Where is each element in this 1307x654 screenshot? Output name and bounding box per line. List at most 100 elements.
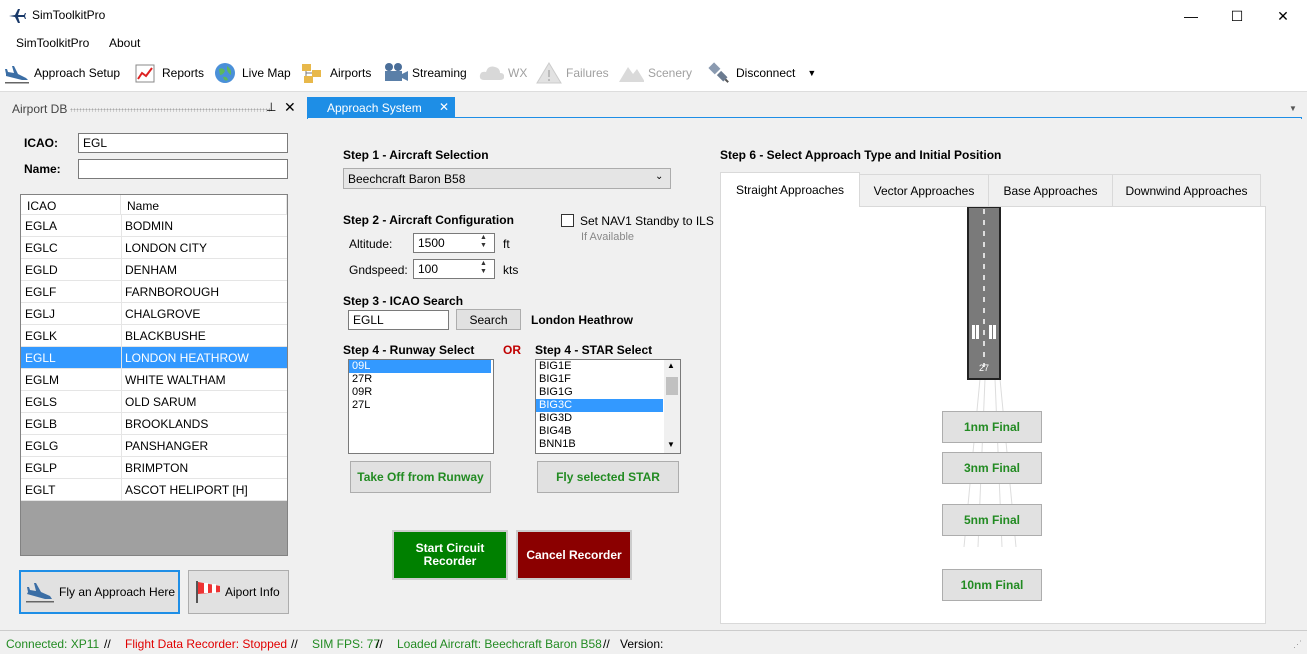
status-fps: SIM FPS: 77 — [312, 637, 381, 651]
star-item[interactable]: BIG1G — [536, 386, 663, 399]
spin-arrows-icon[interactable]: ▲ ▼ — [480, 234, 487, 250]
tab-vector-approaches[interactable]: Vector Approaches — [859, 174, 989, 207]
cloud-icon — [478, 60, 504, 86]
table-row[interactable]: EGLK BLACKBUSHE — [21, 325, 287, 347]
tab-base-approaches[interactable]: Base Approaches — [988, 174, 1113, 207]
tab-approach-system-label: Approach System — [327, 101, 422, 115]
disconnect-button[interactable]: Disconnect ▼ — [706, 60, 816, 86]
star-item[interactable]: BIG1F — [536, 373, 663, 386]
table-row[interactable]: EGLC LONDON CITY — [21, 237, 287, 259]
live-map-button[interactable]: Live Map — [212, 60, 291, 86]
altitude-value: 1500 — [418, 236, 445, 250]
take-off-button[interactable]: Take Off from Runway — [350, 461, 491, 493]
menu-simtoolkitpro[interactable]: SimToolkitPro — [16, 36, 89, 50]
step4-star-label: Step 4 - STAR Select — [535, 343, 653, 357]
table-row[interactable]: EGLA BODMIN — [21, 215, 287, 237]
table-row[interactable]: EGLM WHITE WALTHAM — [21, 369, 287, 391]
cell-name: BRIMPTON — [125, 461, 189, 475]
table-row[interactable]: EGLP BRIMPTON — [21, 457, 287, 479]
approach-setup-button[interactable]: Approach Setup — [4, 60, 120, 86]
start-circuit-recorder-button[interactable]: Start Circuit Recorder — [392, 530, 508, 580]
scroll-down-icon[interactable]: ▼ — [667, 440, 675, 449]
live-map-label: Live Map — [242, 66, 291, 80]
fly-approach-here-button[interactable]: Fly an Approach Here — [19, 570, 180, 614]
search-button[interactable]: Search — [456, 309, 521, 330]
star-item[interactable]: BIG3D — [536, 412, 663, 425]
star-item[interactable]: BIG1E — [536, 360, 663, 373]
table-row[interactable]: EGLL LONDON HEATHROW — [21, 347, 287, 369]
airports-button[interactable]: Airports — [300, 60, 371, 86]
close-panel-button[interactable]: ✕ — [284, 99, 296, 116]
final-5nm-button[interactable]: 5nm Final — [942, 504, 1042, 536]
minimize-button[interactable]: — — [1168, 0, 1214, 32]
icao-filter-input[interactable]: EGL — [78, 133, 288, 153]
windsock-icon — [193, 578, 223, 607]
star-list[interactable]: BIG1E BIG1F BIG1G BIG3C BIG3D BIG4B BNN1B ▲ ▼ — [535, 359, 681, 454]
icao-search-input[interactable]: EGLL — [348, 310, 449, 330]
close-window-button[interactable]: ✕ — [1260, 0, 1306, 32]
cell-name: BLACKBUSHE — [125, 329, 206, 343]
window-title: SimToolkitPro — [32, 8, 106, 22]
scroll-thumb[interactable] — [666, 377, 678, 395]
runway-item[interactable]: 27R — [349, 373, 491, 386]
tab-straight-approaches[interactable]: Straight Approaches — [720, 172, 860, 207]
aircraft-select[interactable]: Beechcraft Baron B58 ⌄ — [343, 168, 671, 189]
airport-name-label: London Heathrow — [531, 313, 633, 327]
runway-item[interactable]: 09R — [349, 386, 491, 399]
or-label: OR — [503, 343, 521, 357]
failures-button[interactable]: Failures — [536, 60, 609, 86]
cell-name: WHITE WALTHAM — [125, 373, 226, 387]
star-item[interactable]: BIG4B — [536, 425, 663, 438]
runway-list[interactable]: 09L 27R 09R 27L — [348, 359, 494, 454]
column-header-name[interactable]: Name — [121, 195, 287, 215]
nav1-label[interactable]: Set NAV1 Standby to ILS — [580, 214, 714, 228]
warning-icon — [536, 60, 562, 86]
star-item[interactable]: BNN1B — [536, 438, 663, 451]
cancel-recorder-button[interactable]: Cancel Recorder — [516, 530, 632, 580]
disconnect-label: Disconnect — [736, 66, 796, 80]
star-item[interactable]: BIG3C — [536, 399, 663, 412]
close-tab-icon[interactable]: ✕ — [439, 100, 449, 114]
pin-icon[interactable]: ⊥ — [266, 100, 276, 114]
streaming-button[interactable]: Streaming — [382, 60, 467, 86]
scenery-button[interactable]: Scenery — [618, 60, 692, 86]
fly-star-button[interactable]: Fly selected STAR — [537, 461, 679, 493]
tab-approach-system[interactable]: Approach System ✕ — [307, 97, 455, 118]
maximize-button[interactable]: ☐ — [1214, 0, 1260, 32]
table-row[interactable]: EGLG PANSHANGER — [21, 435, 287, 457]
table-row[interactable]: EGLJ CHALGROVE — [21, 303, 287, 325]
menu-about[interactable]: About — [109, 36, 140, 50]
column-divider — [121, 435, 122, 456]
scroll-up-icon[interactable]: ▲ — [667, 361, 675, 370]
name-filter-input[interactable] — [78, 159, 288, 179]
column-header-icao[interactable]: ICAO — [21, 195, 121, 215]
step4-runway-label: Step 4 - Runway Select — [343, 343, 475, 357]
resize-grip-icon[interactable]: ⋰ — [1293, 639, 1302, 650]
wx-button[interactable]: WX — [478, 60, 527, 86]
airport-info-button[interactable]: Aiport Info — [188, 570, 289, 614]
table-row[interactable]: EGLF FARNBOROUGH — [21, 281, 287, 303]
tab-downwind-approaches[interactable]: Downwind Approaches — [1112, 174, 1261, 207]
nav1-checkbox[interactable] — [561, 214, 574, 227]
status-separator: // — [291, 637, 298, 651]
table-row[interactable]: EGLT ASCOT HELIPORT [H] — [21, 479, 287, 501]
status-aircraft: Loaded Aircraft: Beechcraft Baron B58 — [397, 637, 602, 651]
table-row[interactable]: EGLB BROOKLANDS — [21, 413, 287, 435]
spin-arrows-icon[interactable]: ▲ ▼ — [480, 260, 487, 276]
cell-icao: EGLS — [25, 395, 58, 409]
tab-list-dropdown-icon[interactable]: ▼ — [1289, 104, 1297, 113]
cell-icao: EGLG — [25, 439, 59, 453]
reports-button[interactable]: Reports — [132, 60, 204, 86]
runway-item[interactable]: 27L — [349, 399, 491, 412]
dropdown-arrow-icon[interactable]: ▼ — [807, 68, 816, 78]
final-10nm-button[interactable]: 10nm Final — [942, 569, 1042, 601]
table-row[interactable]: EGLS OLD SARUM — [21, 391, 287, 413]
column-divider — [121, 479, 122, 500]
runway-item[interactable]: 09L — [349, 360, 491, 373]
airport-table[interactable]: ICAO Name EGLA BODMIN EGLC LONDON CITY EGLD D… — [20, 194, 288, 556]
final-1nm-button[interactable]: 1nm Final — [942, 411, 1042, 443]
star-list-scrollbar[interactable]: ▲ ▼ — [664, 360, 680, 453]
final-3nm-button[interactable]: 3nm Final — [942, 452, 1042, 484]
airport-db-panel: Airport DB ⊥ ✕ ICAO: EGL Name: ICAO Name… — [0, 96, 302, 630]
table-row[interactable]: EGLD DENHAM — [21, 259, 287, 281]
